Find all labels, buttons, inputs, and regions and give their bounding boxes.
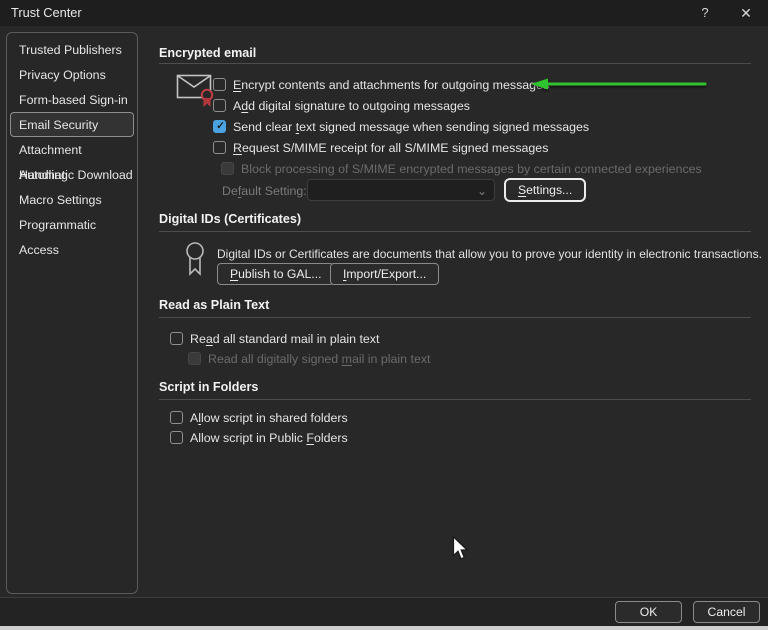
checkbox-label-read-signed-plain: Read all digitally signed mail in plain … xyxy=(208,352,430,366)
trust-center-dialog: Trust Center ? ✕ Trusted Publishers Priv… xyxy=(0,0,768,630)
checkbox-block-processing xyxy=(221,162,234,175)
checkbox-label-send-clear-text[interactable]: Send clear text signed message when send… xyxy=(233,120,589,134)
checkbox-row-read-signed-plain: Read all digitally signed mail in plain … xyxy=(188,351,430,366)
chevron-down-icon: ⌄ xyxy=(477,181,487,201)
dialog-title: Trust Center xyxy=(11,0,82,26)
settings-button[interactable]: Settings... xyxy=(504,178,586,202)
sidebar-item-programmatic-access[interactable]: Programmatic Access xyxy=(10,212,134,237)
checkbox-row-encrypt-contents: Encrypt contents and attachments for out… xyxy=(213,77,549,92)
checkbox-label-read-standard-plain[interactable]: Read all standard mail in plain text xyxy=(190,332,379,346)
certificate-icon xyxy=(183,241,207,283)
checkbox-add-signature[interactable] xyxy=(213,99,226,112)
section-divider xyxy=(159,63,751,64)
sidebar-item-trusted-publishers[interactable]: Trusted Publishers xyxy=(10,37,134,62)
default-setting-label: Default Setting: xyxy=(222,184,307,198)
checkbox-read-standard-plain[interactable] xyxy=(170,332,183,345)
mouse-cursor-icon xyxy=(452,536,470,562)
checkbox-row-script-public-folders: Allow script in Public Folders xyxy=(170,430,348,445)
import-export-button[interactable]: Import/Export... xyxy=(330,263,439,285)
checkbox-row-block-processing: Block processing of S/MIME encrypted mes… xyxy=(221,161,702,176)
sidebar-item-attachment-handling[interactable]: Attachment Handling xyxy=(10,137,134,162)
help-icon[interactable]: ? xyxy=(694,0,716,26)
section-title-encrypted-email: Encrypted email xyxy=(159,46,256,60)
checkbox-label-encrypt-contents[interactable]: Encrypt contents and attachments for out… xyxy=(233,78,549,92)
sidebar-item-email-security[interactable]: Email Security xyxy=(10,112,134,137)
checkbox-label-add-signature[interactable]: Add digital signature to outgoing messag… xyxy=(233,99,470,113)
section-title-read-plain-text: Read as Plain Text xyxy=(159,298,269,312)
section-divider xyxy=(159,231,751,232)
sidebar: Trusted Publishers Privacy Options Form-… xyxy=(6,32,138,594)
checkbox-request-receipt[interactable] xyxy=(213,141,226,154)
ok-button[interactable]: OK xyxy=(615,601,682,623)
digital-ids-description: Digital IDs or Certificates are document… xyxy=(217,247,762,261)
close-icon[interactable]: ✕ xyxy=(735,0,757,26)
annotation-arrow-left-icon xyxy=(529,77,709,91)
checkbox-read-signed-plain xyxy=(188,352,201,365)
checkbox-row-read-standard-plain: Read all standard mail in plain text xyxy=(170,331,379,346)
sidebar-item-macro-settings[interactable]: Macro Settings xyxy=(10,187,134,212)
checkbox-row-send-clear-text: ✓ Send clear text signed message when se… xyxy=(213,119,589,134)
sidebar-item-automatic-download[interactable]: Automatic Download xyxy=(10,162,134,187)
checkbox-label-script-shared-folders[interactable]: Allow script in shared folders xyxy=(190,411,348,425)
checkbox-script-public-folders[interactable] xyxy=(170,431,183,444)
section-title-digital-ids: Digital IDs (Certificates) xyxy=(159,212,301,226)
checkbox-label-block-processing: Block processing of S/MIME encrypted mes… xyxy=(241,162,702,176)
checkbox-send-clear-text[interactable]: ✓ xyxy=(213,120,226,133)
titlebar: Trust Center ? ✕ xyxy=(0,0,768,26)
checkbox-row-request-receipt: Request S/MIME receipt for all S/MIME si… xyxy=(213,140,548,155)
section-divider xyxy=(159,317,751,318)
check-icon: ✓ xyxy=(214,120,227,133)
sidebar-item-form-based-sign-in[interactable]: Form-based Sign-in xyxy=(10,87,134,112)
section-divider xyxy=(159,399,751,400)
checkbox-label-request-receipt[interactable]: Request S/MIME receipt for all S/MIME si… xyxy=(233,141,548,155)
section-title-script-in-folders: Script in Folders xyxy=(159,380,258,394)
checkbox-script-shared-folders[interactable] xyxy=(170,411,183,424)
window-bottom-edge xyxy=(0,626,768,630)
encrypted-envelope-icon xyxy=(176,71,218,109)
checkbox-label-script-public-folders[interactable]: Allow script in Public Folders xyxy=(190,431,348,445)
sidebar-item-privacy-options[interactable]: Privacy Options xyxy=(10,62,134,87)
default-setting-dropdown[interactable]: ⌄ xyxy=(307,179,495,201)
checkbox-row-script-shared-folders: Allow script in shared folders xyxy=(170,410,348,425)
publish-to-gal-button[interactable]: Publish to GAL... xyxy=(217,263,334,285)
cancel-button[interactable]: Cancel xyxy=(693,601,760,623)
checkbox-encrypt-contents[interactable] xyxy=(213,78,226,91)
checkbox-row-add-signature: Add digital signature to outgoing messag… xyxy=(213,98,470,113)
